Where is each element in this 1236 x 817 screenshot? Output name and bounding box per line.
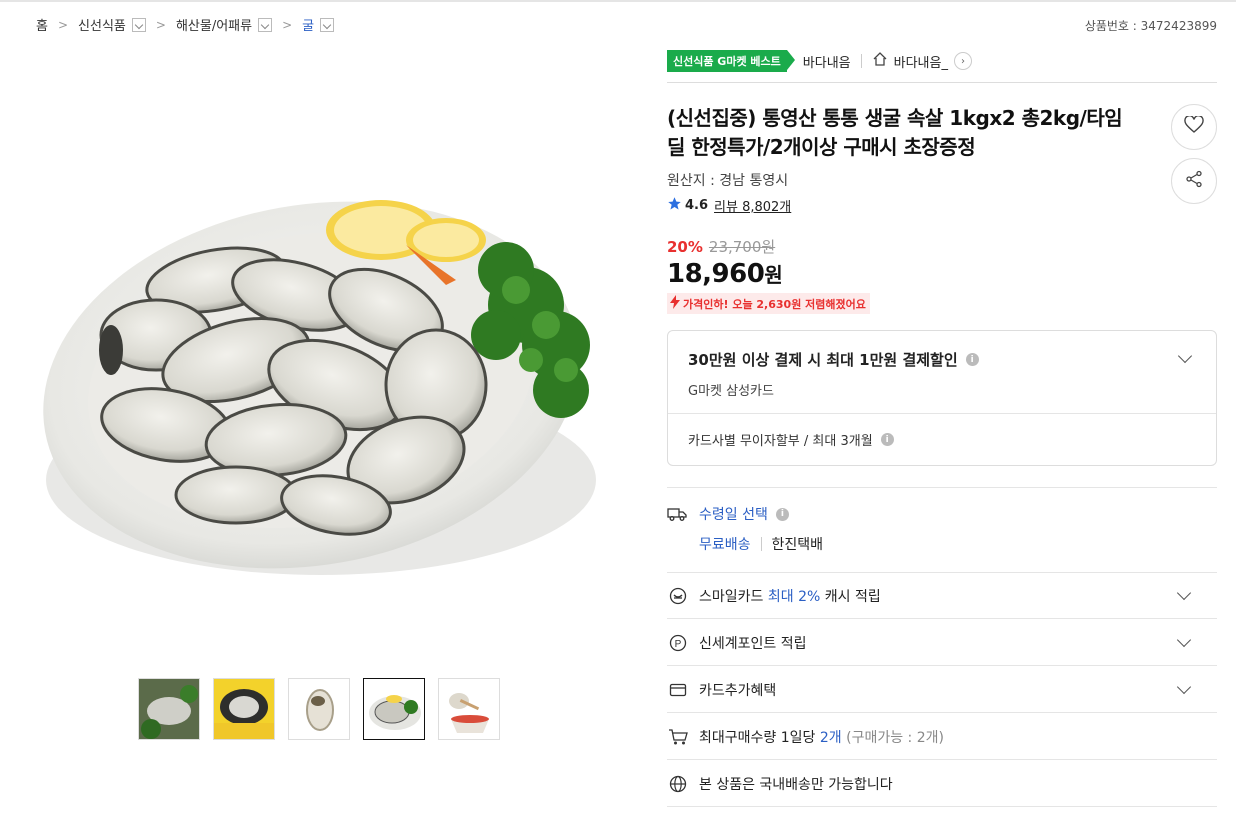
smilecard-benefit-row[interactable]: 스마일카드 최대 2% 캐시 적립 (667, 573, 1217, 619)
globe-icon (667, 775, 689, 793)
info-icon[interactable]: i (775, 507, 789, 521)
delivery-section: 수령일 선택 i 무료배송 한진택배 (667, 504, 823, 554)
shinsegae-point-row[interactable]: P 신세계포인트 적립 (667, 620, 1217, 666)
product-title: (신선집중) 통영산 통통 생굴 속살 1kgx2 총2kg/타임 딜 한정특가… (667, 104, 1157, 162)
price-value: 18,960 (667, 259, 765, 289)
main-product-image (36, 185, 606, 605)
courier-label: 한진택배 (771, 537, 824, 553)
installment-row: 카드사별 무이자할부 / 최대 3개월 i (668, 414, 1216, 465)
point-icon: P (667, 634, 689, 652)
smilecard-prefix: 스마일카드 (699, 588, 768, 605)
breadcrumb-separator: > (282, 17, 293, 32)
installment-text: 카드사별 무이자할부 / 최대 3개월 (688, 434, 873, 449)
delivery-info-row: 무료배송 한진택배 (699, 534, 823, 554)
purchase-limit-row: 최대구매수량 1일당 2개 (구매가능 : 2개) (667, 714, 1217, 760)
review-link[interactable]: 리뷰 8,802개 (714, 196, 791, 215)
breadcrumb-level3[interactable]: 굴 (302, 15, 335, 34)
truck-icon (667, 506, 689, 522)
purchase-limit-highlight: 2개 (819, 729, 842, 746)
product-title-line1: (신선집중) 통영산 통통 생굴 속살 1kgx2 총2kg/타임 (667, 106, 1123, 130)
store-name: 바다내음_ (893, 55, 948, 71)
breadcrumb-home[interactable]: 홈 (36, 15, 48, 34)
thumbnail-1[interactable] (138, 678, 200, 740)
thumbnail-5[interactable] (438, 678, 500, 740)
lightning-icon (669, 295, 681, 312)
rating-row: 4.6 리뷰 8,802개 (667, 196, 791, 215)
separator (760, 537, 762, 551)
seller-row: 신선식품 G마켓 베스트 바다내음 바다내음_ › (667, 48, 1217, 83)
star-icon (667, 196, 682, 215)
share-button[interactable] (1171, 158, 1217, 204)
thumbnail-2[interactable] (213, 678, 275, 740)
breadcrumb-level2[interactable]: 해산물/어패류 (175, 15, 273, 34)
top-border (0, 0, 1236, 2)
delivery-date-row: 수령일 선택 i (667, 504, 823, 524)
card-icon (667, 683, 689, 697)
card-discount-box: 30만원 이상 결제 시 최대 1만원 결제할인 i G마켓 삼성카드 카드사별… (667, 330, 1217, 466)
rating-value: 4.6 (685, 198, 709, 213)
seller-name[interactable]: 바다내음 (803, 52, 851, 71)
divider (667, 487, 1217, 488)
origin-text: 원산지 : 경남 통영시 (667, 173, 789, 189)
best-badge: 신선식품 G마켓 베스트 (667, 50, 795, 72)
smile-icon (667, 587, 689, 605)
store-link[interactable]: 바다내음_ › (872, 51, 972, 71)
svg-text:P: P (675, 639, 682, 650)
card-discount-title: 30만원 이상 결제 시 최대 1만원 결제할인 i (688, 349, 1196, 370)
heart-icon (1184, 114, 1204, 138)
cart-icon (667, 728, 689, 746)
product-info-panel: 신선식품 G마켓 베스트 바다내음 바다내음_ › (신선집중) 통영산 통통 … (667, 48, 1217, 807)
breadcrumb-level1-label: 신선식품 (78, 19, 126, 34)
domestic-only-row: 본 상품은 국내배송만 가능합니다 (667, 761, 1217, 807)
thumbnail-3[interactable] (288, 678, 350, 740)
free-shipping-label: 무료배송 (699, 537, 751, 553)
shinsegae-point-label: 신세계포인트 적립 (699, 635, 807, 652)
thumbnail-list (138, 678, 500, 740)
chevron-down-icon[interactable] (1176, 679, 1192, 695)
smilecard-suffix: 캐시 적립 (820, 588, 881, 605)
info-icon[interactable]: i (965, 353, 979, 366)
card-extra-label: 카드추가혜택 (699, 682, 777, 699)
price-unit: 원 (764, 263, 783, 287)
breadcrumb-separator: > (155, 17, 166, 32)
info-icon[interactable]: i (880, 433, 894, 446)
breadcrumb: 홈 > 신선식품 > 해산물/어패류 > 굴 (36, 15, 335, 34)
discount-rate: 20% (667, 238, 703, 256)
purchase-limit-suffix: (구매가능 : 2개) (841, 729, 944, 746)
select-delivery-date-link[interactable]: 수령일 선택 (699, 504, 768, 524)
wishlist-button[interactable] (1171, 104, 1217, 150)
original-price: 23,700원 (708, 238, 776, 256)
card-discount-sub: G마켓 삼성카드 (688, 384, 774, 399)
chevron-down-icon[interactable] (320, 17, 335, 32)
smilecard-highlight: 최대 2% (767, 588, 821, 605)
card-discount-title-text: 30만원 이상 결제 시 최대 1만원 결제할인 (688, 351, 958, 369)
product-number: 상품번호 : 3472423899 (1084, 19, 1217, 33)
chevron-down-icon[interactable] (1176, 632, 1192, 648)
card-discount-header[interactable]: 30만원 이상 결제 시 최대 1만원 결제할인 i G마켓 삼성카드 (668, 331, 1216, 414)
breadcrumb-level2-label: 해산물/어패류 (175, 19, 253, 34)
breadcrumb-level3-label: 굴 (302, 19, 315, 34)
product-title-line2: 딜 한정특가/2개이상 구매시 초장증정 (667, 135, 976, 159)
price-block: 20% 23,700원 18,960원 가격인하! 오늘 2,630원 저렴해졌어… (667, 236, 870, 314)
card-extra-benefit-row[interactable]: 카드추가혜택 (667, 667, 1217, 713)
home-icon (872, 51, 888, 71)
breadcrumb-separator: > (57, 17, 69, 32)
breadcrumb-level1[interactable]: 신선식품 (78, 15, 146, 34)
domestic-only-text: 본 상품은 국내배송만 가능합니다 (699, 776, 893, 793)
discount-row: 20% 23,700원 (667, 236, 870, 257)
chevron-down-icon[interactable] (131, 17, 146, 32)
thumbnail-4[interactable] (363, 678, 425, 740)
current-price: 18,960원 (667, 259, 870, 289)
chevron-down-icon[interactable] (1176, 585, 1192, 601)
purchase-limit-prefix: 최대구매수량 1일당 (699, 729, 820, 746)
share-icon (1185, 170, 1203, 192)
separator (860, 54, 862, 68)
price-drop-text: 가격인하! 오늘 2,630원 저렴해졌어요 (683, 297, 866, 311)
price-drop-badge: 가격인하! 오늘 2,630원 저렴해졌어요 (667, 293, 870, 314)
chevron-down-icon[interactable] (258, 17, 273, 32)
chevron-right-icon: › (953, 52, 972, 70)
